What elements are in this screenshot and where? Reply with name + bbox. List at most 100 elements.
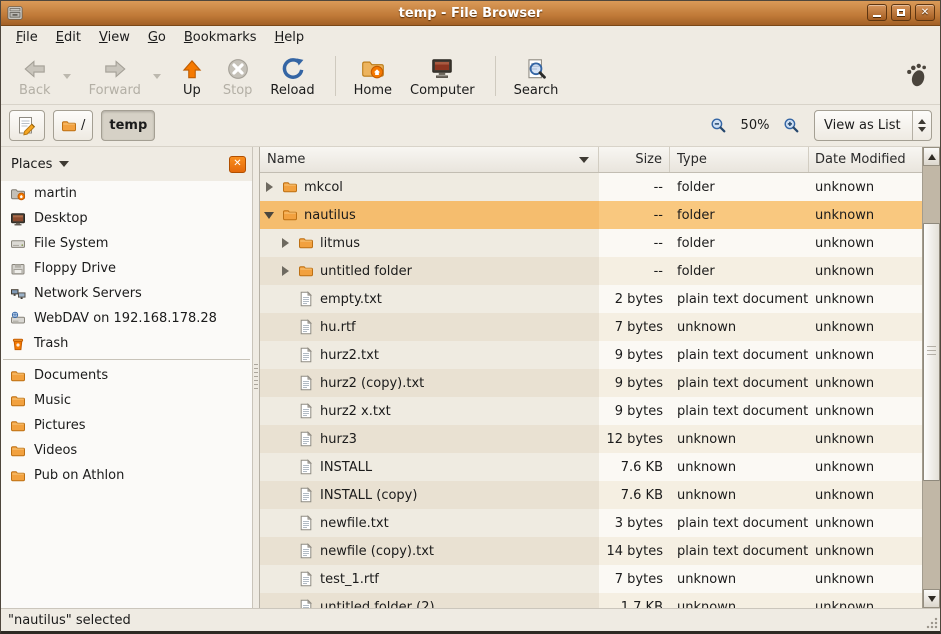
file-row[interactable]: empty.txt2 bytesplain text documentunkno…: [260, 285, 923, 313]
file-row[interactable]: untitled folder--folderunknown: [260, 257, 923, 285]
sidebar-separator: [3, 359, 250, 360]
expander-icon[interactable]: [264, 181, 276, 193]
menu-bookmarks[interactable]: Bookmarks: [175, 28, 266, 47]
scroll-up-button[interactable]: [923, 147, 940, 166]
file-name-cell: INSTALL (copy): [260, 481, 599, 509]
scrollbar-thumb[interactable]: [923, 223, 940, 481]
file-row[interactable]: hurz2 x.txt9 bytesplain text documentunk…: [260, 397, 923, 425]
sidebar-close-button[interactable]: ✕: [229, 156, 246, 173]
forward-button[interactable]: Forward: [81, 53, 149, 100]
file-name-cell: litmus: [260, 229, 599, 257]
file-row[interactable]: litmus--folderunknown: [260, 229, 923, 257]
zoom-out-icon[interactable]: [710, 117, 727, 134]
view-mode-label: View as List: [815, 118, 912, 133]
file-size-cell: 9 bytes: [599, 369, 670, 397]
file-size-cell: 9 bytes: [599, 341, 670, 369]
sidebar-item-file-system[interactable]: File System: [1, 231, 252, 256]
file-row[interactable]: hurz2 (copy).txt9 bytesplain text docume…: [260, 369, 923, 397]
menu-edit[interactable]: Edit: [47, 28, 90, 47]
file-row[interactable]: nautilus--folderunknown: [260, 201, 923, 229]
reload-button[interactable]: Reload: [262, 53, 322, 100]
sidebar-item-videos[interactable]: Videos: [1, 438, 252, 463]
file-row[interactable]: test_1.rtf7 bytesunknownunknown: [260, 565, 923, 593]
sidebar-item-floppy-drive[interactable]: Floppy Drive: [1, 256, 252, 281]
edit-location-button[interactable]: [9, 110, 45, 141]
stop-button[interactable]: Stop: [215, 53, 261, 100]
menu-go[interactable]: Go: [139, 28, 175, 47]
search-button[interactable]: Search: [506, 53, 567, 100]
file-name: hurz2 (copy).txt: [320, 376, 424, 391]
current-folder-button[interactable]: temp: [101, 110, 155, 141]
sidebar-item-documents[interactable]: Documents: [1, 363, 252, 388]
edit-location-icon: [17, 116, 37, 136]
column-header-type[interactable]: Type: [670, 147, 809, 172]
sidebar-item-pictures[interactable]: Pictures: [1, 413, 252, 438]
home-folder-icon: [10, 186, 26, 202]
close-button[interactable]: ✕: [915, 4, 935, 21]
forward-dropdown-icon[interactable]: [153, 74, 161, 79]
menu-view[interactable]: View: [90, 28, 139, 47]
minimize-button[interactable]: [867, 4, 887, 21]
text-file-icon: [298, 599, 314, 608]
vertical-scrollbar[interactable]: [922, 147, 940, 608]
file-row[interactable]: untitled folder (2)1.7 KBunknownunknown: [260, 593, 923, 608]
back-dropdown-icon[interactable]: [63, 74, 71, 79]
sidebar-item-desktop[interactable]: Desktop: [1, 206, 252, 231]
file-size-cell: 1.7 KB: [599, 593, 670, 608]
zoom-in-icon[interactable]: [783, 117, 800, 134]
sidebar-item-label: martin: [34, 186, 77, 201]
toolbar-button-label: Computer: [410, 83, 475, 98]
view-mode-spinner[interactable]: [912, 111, 931, 140]
file-row[interactable]: mkcol--folderunknown: [260, 173, 923, 201]
back-button[interactable]: Back: [11, 53, 59, 100]
sidebar-item-music[interactable]: Music: [1, 388, 252, 413]
file-row[interactable]: hu.rtf7 bytesunknownunknown: [260, 313, 923, 341]
expander-icon[interactable]: [264, 209, 276, 221]
sidebar-item-webdav-on-192-168-178-28[interactable]: WebDAV on 192.168.178.28: [1, 306, 252, 331]
file-size-cell: 9 bytes: [599, 397, 670, 425]
file-type-cell: plain text document: [670, 397, 809, 425]
floppy-icon: [10, 261, 26, 277]
view-mode-select[interactable]: View as List: [814, 110, 932, 141]
home-button[interactable]: Home: [346, 53, 400, 100]
status-text: "nautilus" selected: [8, 613, 131, 628]
file-row[interactable]: INSTALL7.6 KBunknownunknown: [260, 453, 923, 481]
file-row[interactable]: newfile (copy).txt14 bytesplain text doc…: [260, 537, 923, 565]
file-date-cell: unknown: [809, 565, 923, 593]
file-name-cell: nautilus: [260, 201, 599, 229]
column-header-date-modified[interactable]: Date Modified: [809, 147, 923, 172]
text-file-icon: [298, 487, 314, 503]
menu-help[interactable]: Help: [266, 28, 314, 47]
menu-file[interactable]: File: [7, 28, 47, 47]
titlebar[interactable]: temp - File Browser ✕: [1, 1, 940, 26]
sidebar-item-martin[interactable]: martin: [1, 181, 252, 206]
toolbar-button-label: Search: [514, 83, 559, 98]
sidebar-item-label: Pictures: [34, 418, 85, 433]
expander-icon[interactable]: [280, 237, 292, 249]
file-size-cell: --: [599, 229, 670, 257]
scroll-down-button[interactable]: [923, 589, 940, 608]
sidebar-item-pub-on-athlon[interactable]: Pub on Athlon: [1, 463, 252, 488]
column-header-name[interactable]: Name: [260, 147, 599, 172]
column-header-size[interactable]: Size: [599, 147, 670, 172]
expander-icon[interactable]: [280, 265, 292, 277]
sidebar-item-network-servers[interactable]: Network Servers: [1, 281, 252, 306]
file-row[interactable]: hurz312 bytesunknownunknown: [260, 425, 923, 453]
file-row[interactable]: hurz2.txt9 bytesplain text documentunkno…: [260, 341, 923, 369]
file-name-cell: hurz2 (copy).txt: [260, 369, 599, 397]
file-list-view: NameSizeTypeDate Modified mkcol--folderu…: [259, 147, 940, 608]
maximize-button[interactable]: [891, 4, 911, 21]
up-button[interactable]: Up: [171, 53, 213, 100]
reload-icon: [280, 56, 306, 82]
resize-grip[interactable]: [926, 617, 938, 629]
file-row[interactable]: newfile.txt3 bytesplain text documentunk…: [260, 509, 923, 537]
file-name: empty.txt: [320, 292, 382, 307]
folder-icon: [298, 263, 314, 279]
sidebar-item-trash[interactable]: Trash: [1, 331, 252, 356]
file-row[interactable]: INSTALL (copy)7.6 KBunknownunknown: [260, 481, 923, 509]
root-path-button[interactable]: /: [53, 110, 93, 141]
toolbar-separator: [335, 56, 336, 96]
text-file-icon: [298, 375, 314, 391]
places-dropdown[interactable]: Places: [11, 157, 52, 172]
computer-button[interactable]: Computer: [402, 53, 483, 100]
